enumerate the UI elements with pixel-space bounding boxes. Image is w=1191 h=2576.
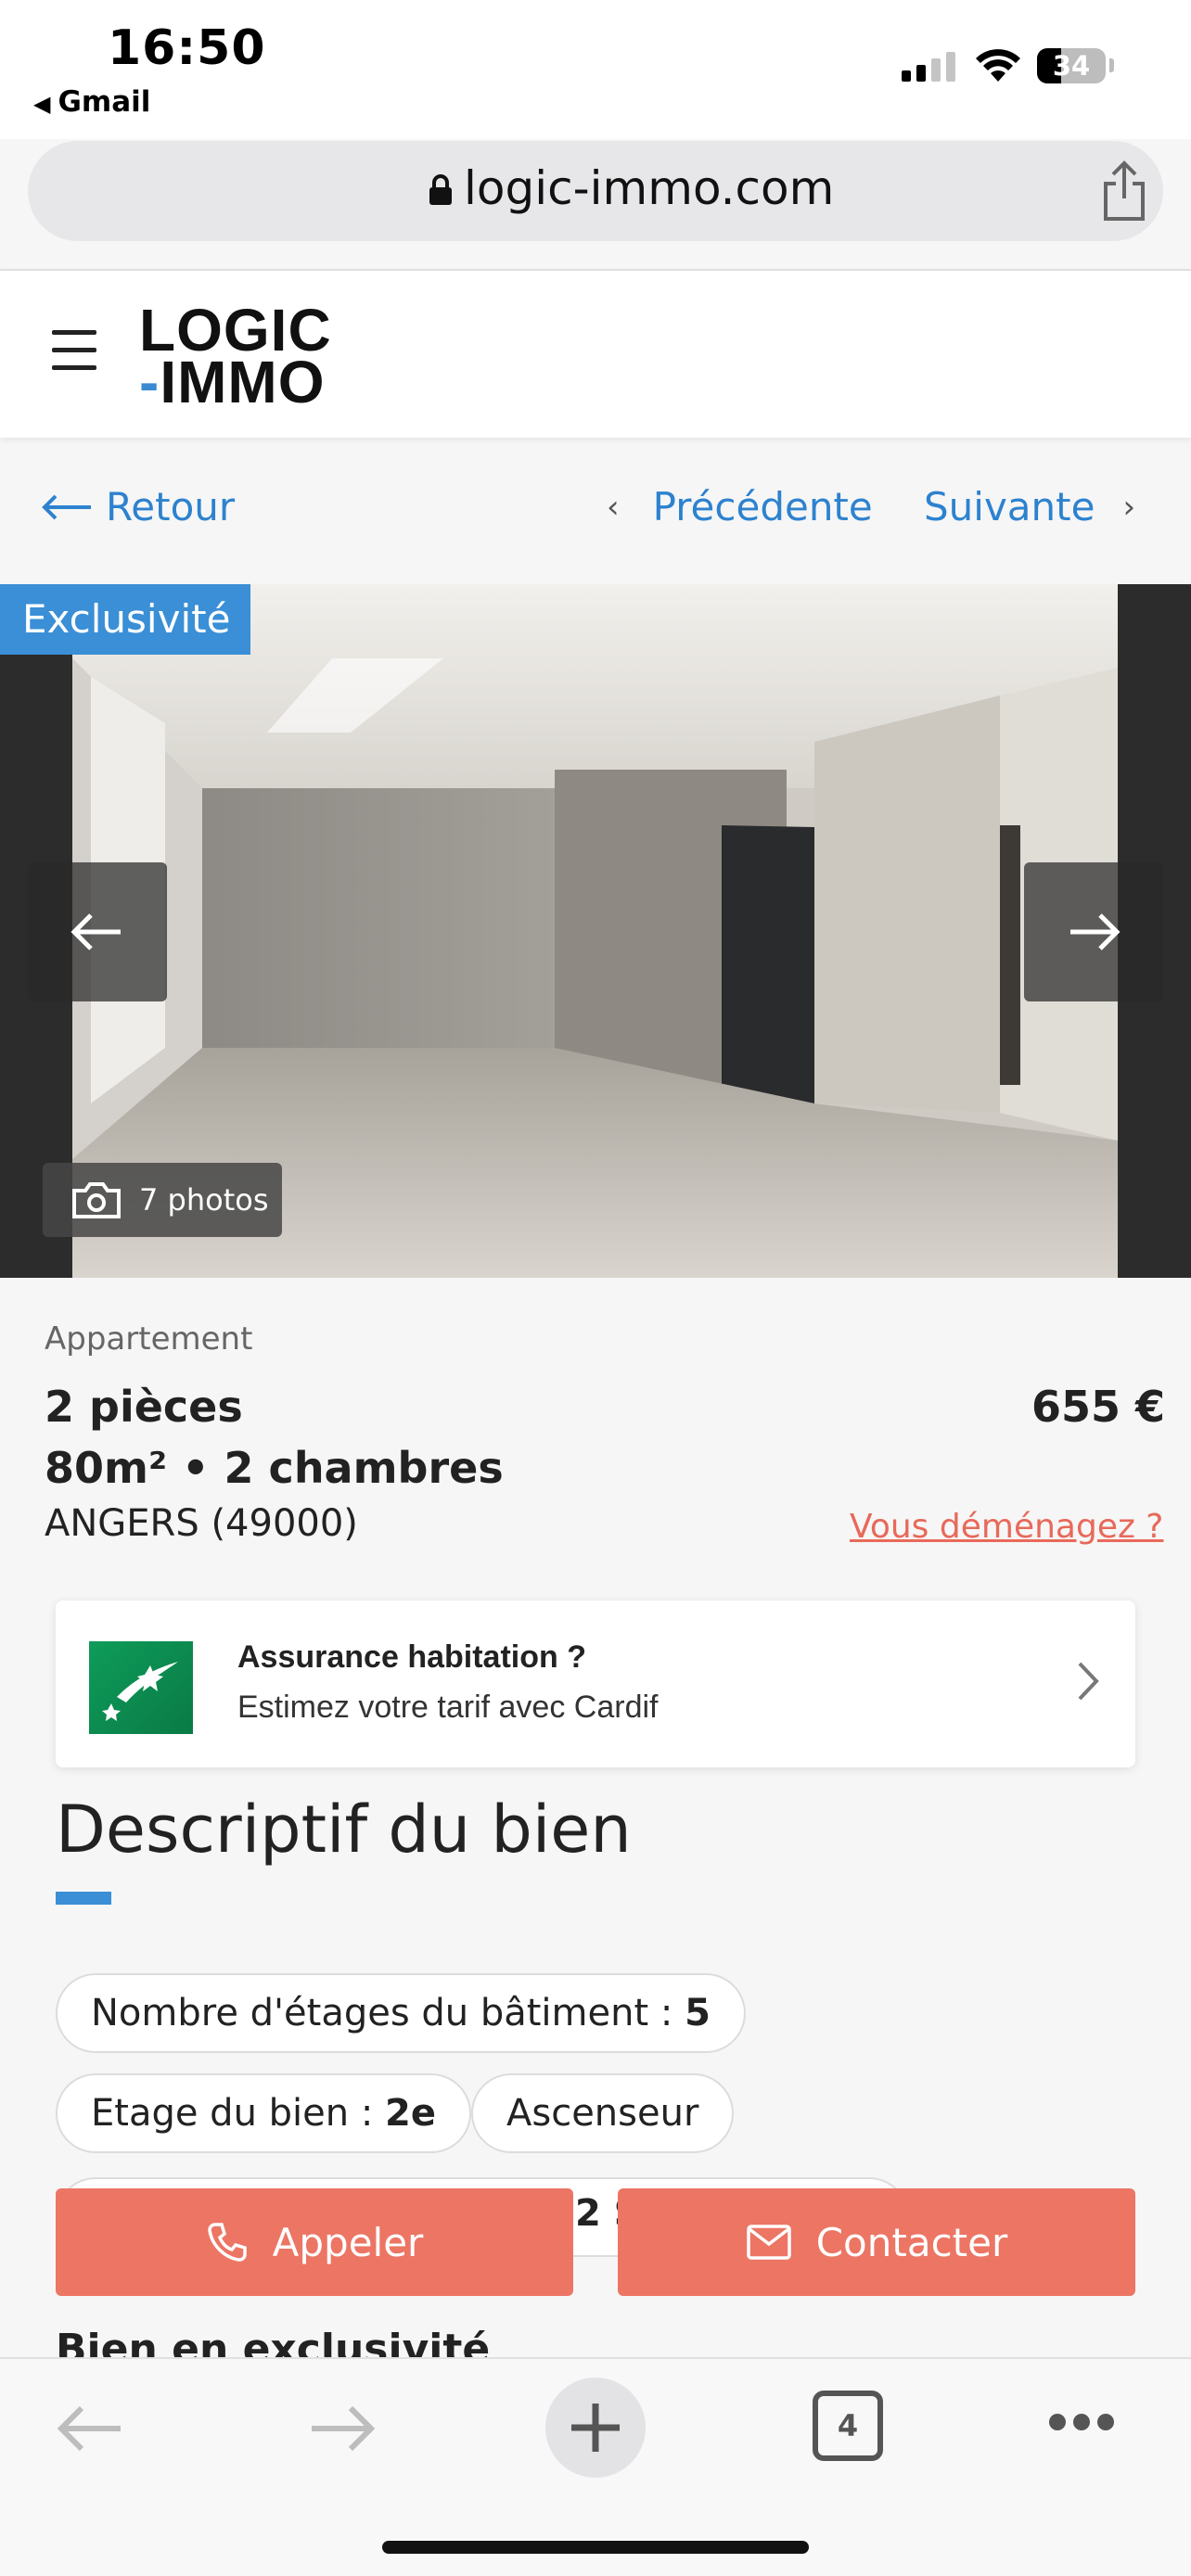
call-label: Appeler (272, 2219, 424, 2265)
share-icon[interactable] (1098, 159, 1150, 223)
back-label: Retour (106, 484, 236, 529)
arrow-left-icon (42, 494, 91, 519)
mail-icon (746, 2225, 791, 2260)
moving-link[interactable]: Vous déménagez ? (850, 1508, 1163, 1546)
gallery-next-button[interactable] (1024, 862, 1163, 1001)
chevron-right-icon (1078, 1662, 1099, 1701)
url-text: logic-immo.com (464, 161, 835, 215)
phone-icon (207, 2223, 247, 2262)
contact-button[interactable]: Contacter (618, 2188, 1135, 2296)
insurance-subtitle: Estimez votre tarif avec Cardif (237, 1690, 659, 1725)
property-price: 655 € (1031, 1382, 1166, 1432)
property-location: ANGERS (49000) (45, 1502, 358, 1545)
arrow-right-icon (1070, 913, 1121, 950)
listing-navigation: Retour ‹ Précédente Suivante › (0, 464, 1191, 560)
photo-count-button[interactable]: 7 photos (43, 1163, 282, 1237)
back-arrow-icon[interactable] (52, 2396, 126, 2461)
back-app-label: Gmail (58, 85, 151, 119)
contact-label: Contacter (815, 2219, 1008, 2265)
exclusivity-badge: Exclusivité (0, 584, 250, 655)
chip-value: 5 (685, 1992, 711, 2034)
logo-line2-text: IMMO (160, 349, 326, 415)
next-label: Suivante (924, 484, 1095, 529)
site-logo[interactable]: LOGIC -IMMO (139, 300, 332, 412)
call-button[interactable]: Appeler (56, 2188, 573, 2296)
next-link[interactable]: Suivante › (924, 484, 1135, 529)
home-indicator (382, 2541, 809, 2554)
chip-label: Ascenseur (506, 2092, 699, 2135)
camera-icon (72, 1182, 121, 1218)
menu-icon[interactable] (52, 330, 96, 371)
back-to-app-button[interactable]: ◀ Gmail (33, 85, 150, 119)
lock-icon (429, 174, 452, 205)
gallery-previous-button[interactable] (28, 862, 167, 1001)
address-bar[interactable]: logic-immo.com (28, 141, 1163, 241)
previous-link[interactable]: ‹ Précédente (607, 484, 873, 529)
chip-label: Etage du bien : (91, 2092, 386, 2135)
insurance-title: Assurance habitation ? (237, 1639, 586, 1675)
status-time: 16:50 (108, 20, 266, 76)
property-details: 80m² • 2 chambres (45, 1443, 504, 1493)
more-icon[interactable] (1046, 2411, 1117, 2433)
status-bar: 16:50 ◀ Gmail 34 (0, 0, 1191, 139)
exclusive-heading: Bien en exclusivité (56, 2326, 491, 2359)
battery-level: 34 (1052, 50, 1091, 82)
description-heading: Descriptif du bien (56, 1792, 632, 1868)
arrow-left-icon (70, 913, 121, 950)
site-header: LOGIC -IMMO (0, 271, 1191, 438)
back-link[interactable]: Retour (41, 484, 235, 529)
forward-arrow-icon[interactable] (306, 2396, 380, 2461)
chip-value: 2e (385, 2092, 436, 2135)
insurance-card[interactable]: Assurance habitation ? Estimez votre tar… (56, 1600, 1135, 1767)
chevron-right-icon: › (1122, 488, 1136, 526)
previous-label: Précédente (652, 484, 873, 529)
battery-cap (1109, 58, 1114, 72)
back-triangle-icon: ◀ (33, 91, 51, 117)
chip-label: Nombre d'étages du bâtiment : (91, 1992, 685, 2034)
feature-chip-floor: Etage du bien : 2e (56, 2073, 471, 2153)
wifi-icon (976, 49, 1020, 82)
new-tab-icon[interactable] (544, 2376, 647, 2480)
tab-count: 4 (837, 2408, 859, 2443)
chevron-left-icon: ‹ (607, 488, 620, 526)
logo-line2: -IMMO (139, 352, 332, 412)
feature-chip-floors: Nombre d'étages du bâtiment : 5 (56, 1973, 746, 2053)
stars-icon (102, 1662, 178, 1721)
cellular-signal-icon (902, 52, 955, 82)
property-type: Appartement (45, 1320, 253, 1358)
property-title: 2 pièces (45, 1382, 243, 1432)
battery-icon: 34 (1037, 48, 1106, 83)
heading-underline (56, 1892, 111, 1905)
feature-chip-elevator: Ascenseur (471, 2073, 735, 2153)
photo-count-label: 7 photos (139, 1182, 269, 1218)
tabs-button[interactable]: 4 (813, 2391, 883, 2461)
cardif-logo (89, 1641, 193, 1734)
logo-dash: - (139, 349, 160, 415)
